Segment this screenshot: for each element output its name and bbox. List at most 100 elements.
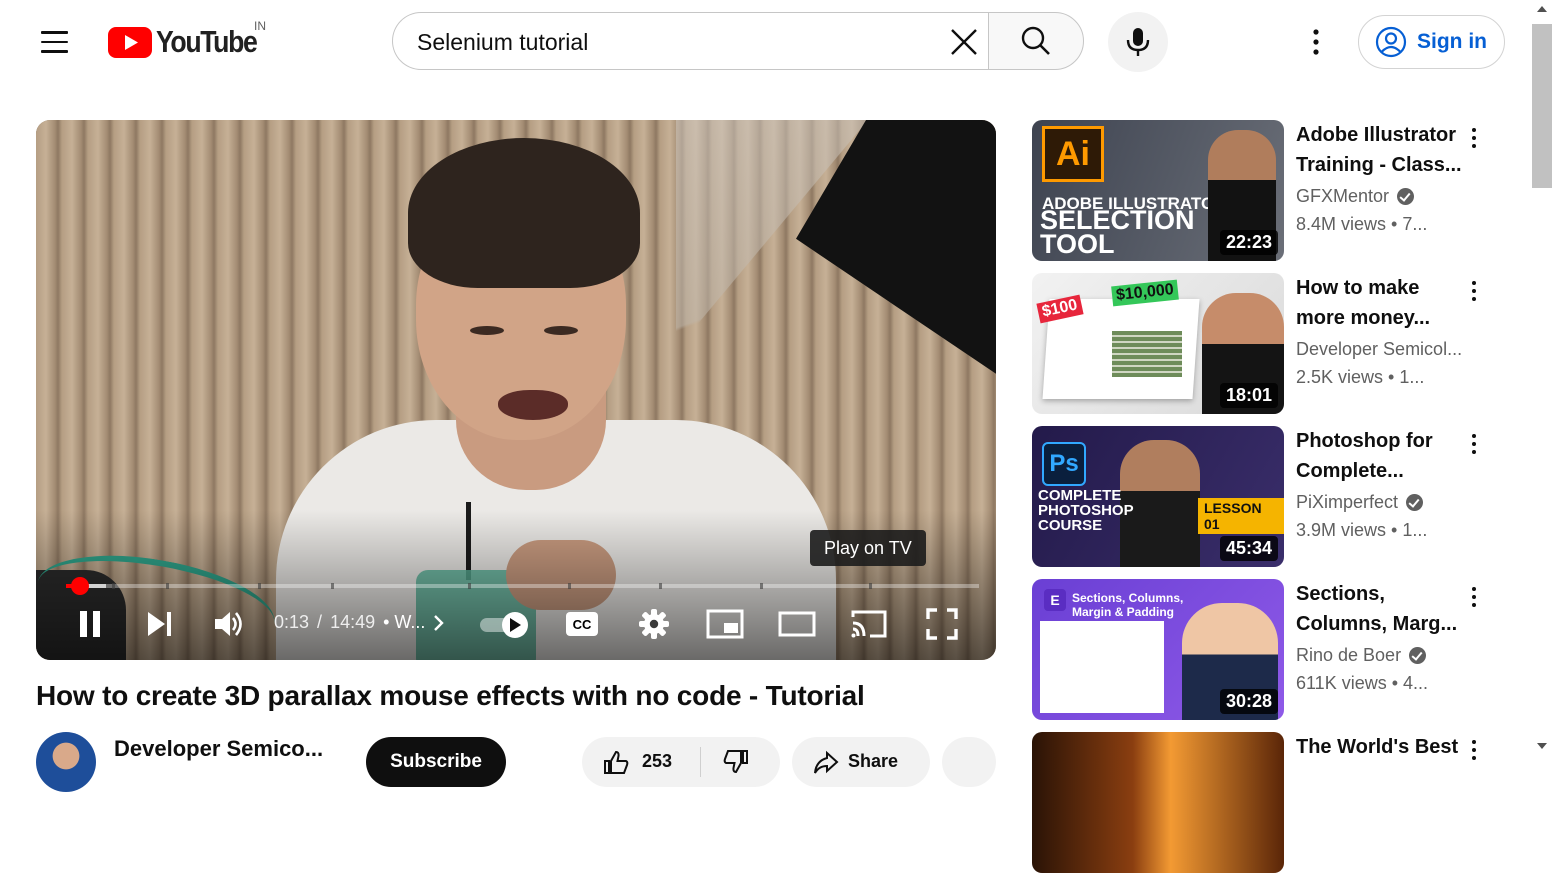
theater-mode-button[interactable] — [776, 604, 818, 644]
recommended-video[interactable]: E Sections, Columns, Margin & Padding 30… — [1032, 579, 1512, 720]
like-icon[interactable] — [602, 749, 630, 777]
chapter-title[interactable]: • W... — [383, 612, 425, 633]
video-title[interactable]: The World's Best — [1296, 732, 1468, 762]
chevron-right-icon[interactable] — [433, 614, 445, 632]
recommended-video[interactable]: Ps COMPLETE PHOTOSHOP COURSE LESSON 01 4… — [1032, 426, 1512, 567]
more-vert-icon[interactable] — [1462, 583, 1486, 623]
youtube-logo[interactable]: YouTube — [108, 24, 273, 60]
cast-button[interactable] — [848, 604, 890, 644]
like-divider — [700, 747, 701, 777]
more-vert-icon[interactable] — [1462, 124, 1486, 164]
next-icon — [148, 612, 171, 636]
channel-name-text: GFXMentor — [1296, 186, 1390, 206]
channel-name[interactable]: Rino de Boer — [1296, 645, 1427, 666]
video-title[interactable]: How to make more money... — [1296, 273, 1468, 333]
verified-icon — [1406, 494, 1424, 511]
video-thumbnail[interactable]: Ps COMPLETE PHOTOSHOP COURSE LESSON 01 4… — [1032, 426, 1284, 567]
like-count[interactable]: 253 — [642, 751, 672, 772]
chapter-marker — [869, 583, 875, 589]
chapter-marker — [659, 583, 665, 589]
autoplay-knob — [502, 612, 528, 638]
thumbnail-money-stack — [1112, 331, 1182, 377]
video-player[interactable]: Play on TV 0:13 / 14:49 • W... CC — [36, 120, 996, 660]
channel-name[interactable]: GFXMentor — [1296, 186, 1415, 207]
svg-text:CC: CC — [573, 617, 592, 632]
channel-name-text: PiXimperfect — [1296, 492, 1399, 512]
mic-icon — [1126, 28, 1150, 56]
more-vert-icon[interactable] — [1462, 430, 1486, 470]
country-code: IN — [254, 19, 266, 33]
channel-name-text: Rino de Boer — [1296, 645, 1402, 665]
video-thumbnail[interactable]: E Sections, Columns, Margin & Padding 30… — [1032, 579, 1284, 720]
video-title-line: Columns, Marg... — [1296, 613, 1458, 635]
video-meta: 611K views • 4... — [1296, 673, 1429, 693]
menu-icon-bar — [40, 50, 68, 53]
theater-icon — [778, 611, 816, 637]
channel-name[interactable]: PiXimperfect — [1296, 492, 1424, 513]
cast-icon — [851, 610, 887, 638]
recommended-video[interactable]: Ai ADOBE ILLUSTRATOR SELECTION TOOL 22:2… — [1032, 120, 1512, 261]
channel-name[interactable]: Developer Semico... — [114, 736, 323, 762]
youtube-logo-icon — [108, 26, 152, 58]
menu-icon-bar — [40, 40, 68, 44]
next-button[interactable] — [140, 604, 180, 644]
subscribe-button[interactable]: Subscribe — [366, 737, 506, 787]
scroll-up-arrow-icon[interactable] — [1537, 6, 1547, 12]
progress-scrubber[interactable] — [71, 577, 89, 595]
video-thumbnail[interactable]: Ai ADOBE ILLUSTRATOR SELECTION TOOL 22:2… — [1032, 120, 1284, 261]
chapter-marker — [468, 583, 474, 589]
miniplayer-button[interactable] — [704, 604, 746, 644]
search-button[interactable] — [988, 12, 1084, 70]
dislike-icon[interactable] — [722, 747, 750, 775]
video-title[interactable]: Photoshop for Complete... — [1296, 426, 1468, 486]
video-title-line: How to make — [1296, 277, 1420, 299]
duration: 14:49 — [330, 612, 376, 632]
video-meta: 3.9M views • 1... — [1296, 520, 1428, 540]
scrollbar-thumb[interactable] — [1532, 24, 1552, 188]
scroll-down-arrow-icon[interactable] — [1537, 743, 1547, 749]
voice-search-button[interactable] — [1108, 12, 1168, 72]
video-title-line: Adobe Illustrator — [1296, 124, 1457, 146]
captions-button[interactable]: CC — [562, 604, 602, 644]
share-button[interactable]: Share — [792, 737, 930, 787]
chapter-marker — [568, 583, 574, 589]
video-title[interactable]: Sections, Columns, Marg... — [1296, 579, 1468, 639]
video-thumbnail[interactable] — [1032, 732, 1284, 873]
chapter-marker — [112, 583, 118, 589]
thumbnail-headline-line: TOOL — [1040, 229, 1115, 259]
settings-more-button[interactable] — [1296, 22, 1336, 62]
recommended-video[interactable]: $100 $10,000 18:01 How to make more mone… — [1032, 273, 1512, 414]
video-title[interactable]: Adobe Illustrator Training - Class... — [1296, 120, 1468, 180]
progress-bar[interactable] — [66, 584, 979, 588]
thumbnail-headline-line: Margin & Padding — [1072, 605, 1174, 619]
video-meta: 8.4M views • 7... — [1296, 214, 1428, 234]
search-box[interactable] — [392, 12, 988, 70]
mute-button[interactable] — [208, 604, 250, 644]
clear-search-button[interactable] — [944, 22, 984, 62]
chapter-marker — [331, 583, 337, 589]
share-label: Share — [848, 751, 899, 771]
channel-name[interactable]: Developer Semicol... — [1296, 339, 1462, 360]
search-input[interactable] — [417, 27, 917, 57]
video-thumbnail[interactable]: $100 $10,000 18:01 — [1032, 273, 1284, 414]
recommended-video[interactable]: The World's Best — [1032, 732, 1512, 873]
fullscreen-button[interactable] — [922, 604, 962, 644]
pause-button[interactable] — [72, 604, 108, 644]
menu-button[interactable] — [34, 22, 74, 62]
account-icon — [1375, 26, 1407, 58]
settings-button[interactable] — [634, 604, 674, 644]
more-vert-icon[interactable] — [1462, 736, 1486, 776]
channel-name-text: Developer Semicol... — [1296, 339, 1463, 359]
video-duration: 30:28 — [1219, 689, 1278, 714]
more-vert-icon[interactable] — [1462, 277, 1486, 317]
sign-in-button[interactable]: Sign in — [1358, 15, 1505, 69]
channel-avatar[interactable] — [36, 732, 96, 792]
settings-icon — [639, 609, 669, 639]
autoplay-toggle[interactable] — [480, 612, 532, 638]
more-actions-button[interactable] — [942, 737, 996, 787]
chapter-marker — [760, 583, 766, 589]
time-display: 0:13 / 14:49 • W... — [274, 612, 445, 633]
volume-icon — [215, 612, 242, 636]
video-title-line: The World's Best — [1296, 736, 1459, 758]
photoshop-logo: Ps — [1042, 442, 1086, 486]
